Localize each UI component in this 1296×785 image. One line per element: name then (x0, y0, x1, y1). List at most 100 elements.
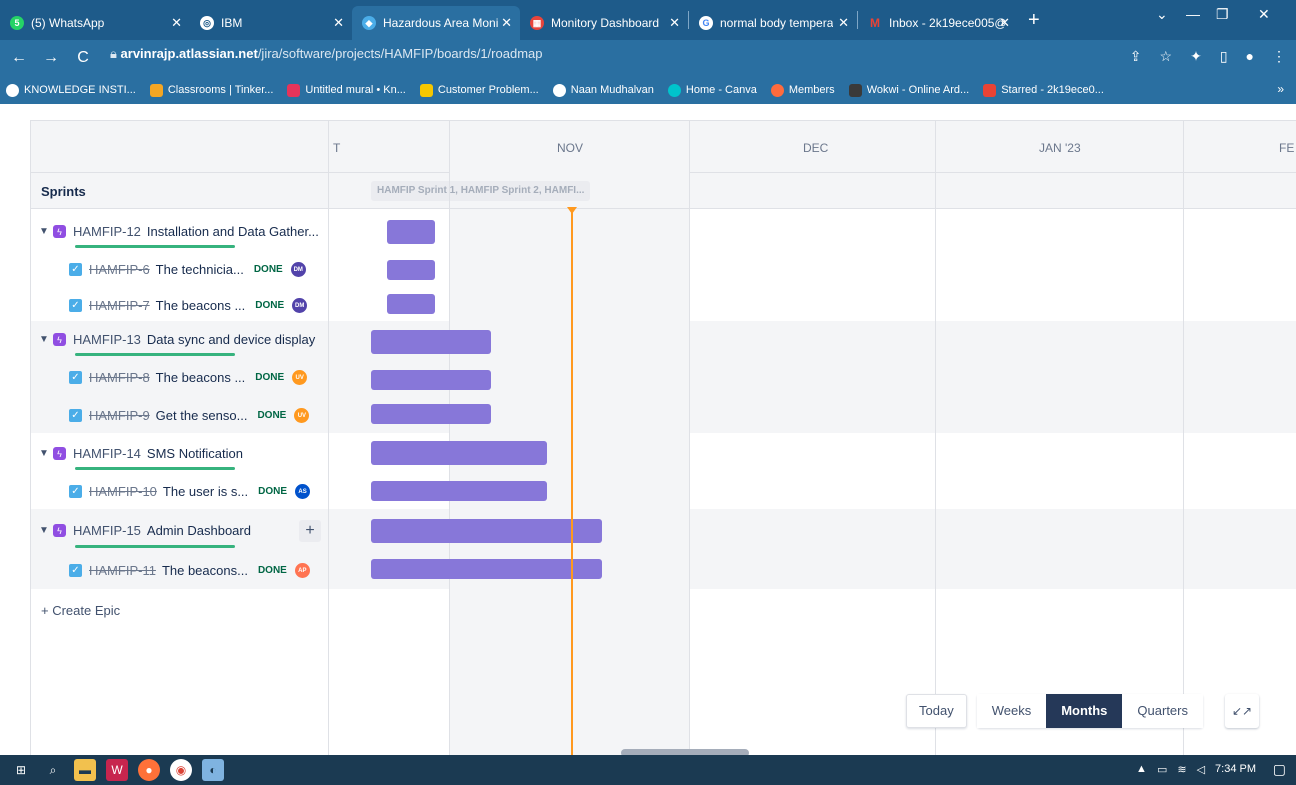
share-icon[interactable]: ⇪ (1130, 48, 1142, 65)
month-label: T (333, 141, 341, 155)
close-icon[interactable]: ✕ (838, 15, 849, 31)
weeks-button[interactable]: Weeks (976, 694, 1047, 728)
browser-tab-strip: 5 (5) WhatsApp ✕ ◎ IBM ✕ ◆ Hazardous Are… (0, 0, 1296, 40)
canva-icon (667, 83, 681, 97)
bookmark-item[interactable]: Starred - 2k19ece0... (983, 83, 1104, 97)
menu-icon[interactable]: ⋮ (1272, 48, 1286, 65)
dashboard-icon: ▦ (530, 16, 544, 30)
notification-icon[interactable]: ▢ (1273, 761, 1286, 778)
tab-ibm[interactable]: ◎ IBM ✕ (190, 6, 352, 40)
month-label: NOV (557, 141, 584, 155)
timeline-controls: Today Weeks Months Quarters ↙↗ (906, 694, 1259, 728)
mural-icon (287, 83, 301, 97)
app-icon[interactable]: W (106, 759, 128, 781)
timeline-bar[interactable] (371, 441, 547, 465)
globe-icon (6, 83, 19, 97)
address-bar: ← → C 🔒︎ arvinrajp.atlassian.net/jira/so… (0, 40, 1296, 76)
bookmark-item[interactable]: Members (770, 83, 835, 97)
month-label: DEC (803, 141, 829, 155)
windows-start-icon[interactable]: ⊞ (10, 759, 32, 781)
close-icon[interactable]: ✕ (333, 15, 344, 31)
file-explorer-icon[interactable]: ▬ (74, 759, 96, 781)
quarters-button[interactable]: Quarters (1122, 694, 1203, 728)
tab-gmail-inbox[interactable]: M Inbox - 2k19ece005@ ✕ (858, 6, 1018, 40)
members-icon (770, 83, 784, 97)
bookmark-item[interactable]: Classrooms | Tinker... (149, 83, 273, 97)
back-arrow-icon[interactable]: ← (6, 49, 32, 67)
app-icon[interactable]: ◐ (202, 759, 224, 781)
bookmark-item[interactable]: Wokwi - Online Ard... (848, 83, 969, 97)
bookmark-item[interactable]: Home - Canva (667, 83, 757, 97)
tab-label: normal body tempera (720, 16, 834, 30)
tab-google-search[interactable]: G normal body tempera ✕ (689, 6, 857, 40)
close-icon[interactable]: ✕ (501, 15, 512, 31)
miro-icon (419, 83, 433, 97)
search-icon[interactable]: ⌕ (42, 759, 64, 781)
restore-icon[interactable]: ❐ (1216, 6, 1229, 23)
roadmap-page: Sprints HAMFIP Sprint 1, HAMFIP Sprint 2… (0, 104, 1296, 757)
minimize-icon[interactable]: — (1186, 6, 1200, 22)
close-icon[interactable]: ✕ (171, 15, 182, 31)
tab-label: Inbox - 2k19ece005@ (889, 16, 1007, 30)
bookmark-item[interactable]: Naan Mudhalvan (552, 83, 654, 97)
sprint-chip[interactable]: HAMFIP Sprint 1, HAMFIP Sprint 2, HAMFI.… (371, 181, 591, 201)
bookmark-item[interactable]: KNOWLEDGE INSTI... (6, 83, 136, 97)
extensions-icon[interactable]: ✦ (1190, 48, 1202, 65)
tab-search-icon[interactable]: ⌄ (1156, 6, 1168, 23)
globe-icon (552, 83, 566, 97)
bookmark-star-icon[interactable]: ☆ (1160, 48, 1173, 65)
today-line (571, 209, 573, 756)
timeline-bar[interactable] (387, 220, 435, 244)
sidebar-icon[interactable]: ▯ (1220, 48, 1228, 65)
profile-avatar[interactable]: ● (1246, 48, 1254, 65)
tab-whatsapp[interactable]: 5 (5) WhatsApp ✕ (0, 6, 190, 40)
volume-icon[interactable]: ◁ (1197, 763, 1205, 776)
new-tab-button[interactable]: + (1028, 9, 1040, 32)
timeline-bar[interactable] (371, 559, 602, 579)
month-divider (689, 121, 690, 756)
tinkercad-icon (149, 83, 163, 97)
battery-icon[interactable]: ▭ (1157, 763, 1167, 776)
timeline-bar[interactable] (371, 370, 491, 390)
reload-icon[interactable]: C (70, 49, 96, 67)
chevron-up-icon[interactable]: ▲ (1136, 763, 1147, 776)
bookmark-item[interactable]: Customer Problem... (419, 83, 539, 97)
month-divider (935, 121, 936, 756)
firefox-icon[interactable]: ● (138, 759, 160, 781)
month-label: FE (1279, 141, 1295, 155)
tab-label: Monitory Dashboard (551, 16, 660, 30)
timescale-toggle: Weeks Months Quarters (976, 694, 1203, 728)
url-path: /jira/software/projects/HAMFIP/boards/1/… (257, 46, 543, 61)
lock-icon: 🔒︎ (110, 46, 121, 61)
close-icon[interactable]: ✕ (669, 15, 680, 31)
bookmark-item[interactable]: Untitled mural • Kn... (287, 83, 406, 97)
system-tray: ▲ ▭ ≋ ◁ 7:34 PM (1136, 763, 1256, 776)
globe-icon: ◎ (200, 16, 214, 30)
today-button[interactable]: Today (906, 694, 967, 728)
timeline-bar[interactable] (371, 330, 491, 354)
issue-list-pane (31, 121, 329, 756)
whatsapp-icon: 5 (10, 16, 24, 30)
close-icon[interactable]: ✕ (999, 15, 1010, 31)
tab-monitory-dashboard[interactable]: ▦ Monitory Dashboard ✕ (520, 6, 688, 40)
months-button[interactable]: Months (1046, 694, 1123, 728)
bookmarks-bar: KNOWLEDGE INSTI... Classrooms | Tinker..… (0, 76, 1296, 104)
collapse-icon[interactable]: ↙↗ (1225, 694, 1259, 728)
timeline-bar[interactable] (387, 294, 435, 314)
jira-icon: ◆ (362, 16, 376, 30)
wifi-icon[interactable]: ≋ (1177, 763, 1186, 776)
timeline-bar[interactable] (371, 404, 491, 424)
forward-arrow-icon[interactable]: → (38, 49, 64, 67)
google-icon: G (699, 16, 713, 30)
tab-label: IBM (221, 16, 243, 30)
bookmarks-overflow[interactable]: » (1277, 82, 1284, 96)
timeline-bar[interactable] (371, 481, 547, 501)
roadmap-board: Sprints HAMFIP Sprint 1, HAMFIP Sprint 2… (30, 120, 1296, 757)
timeline-bar[interactable] (387, 260, 435, 280)
tab-hazardous-area[interactable]: ◆ Hazardous Area Moni ✕ (352, 6, 520, 40)
timeline-bar[interactable] (371, 519, 602, 543)
chrome-icon[interactable]: ◉ (170, 759, 192, 781)
window-close-icon[interactable]: ✕ (1258, 6, 1270, 23)
url-field[interactable]: 🔒︎ arvinrajp.atlassian.net/jira/software… (110, 46, 542, 62)
clock[interactable]: 7:34 PM (1215, 763, 1256, 776)
